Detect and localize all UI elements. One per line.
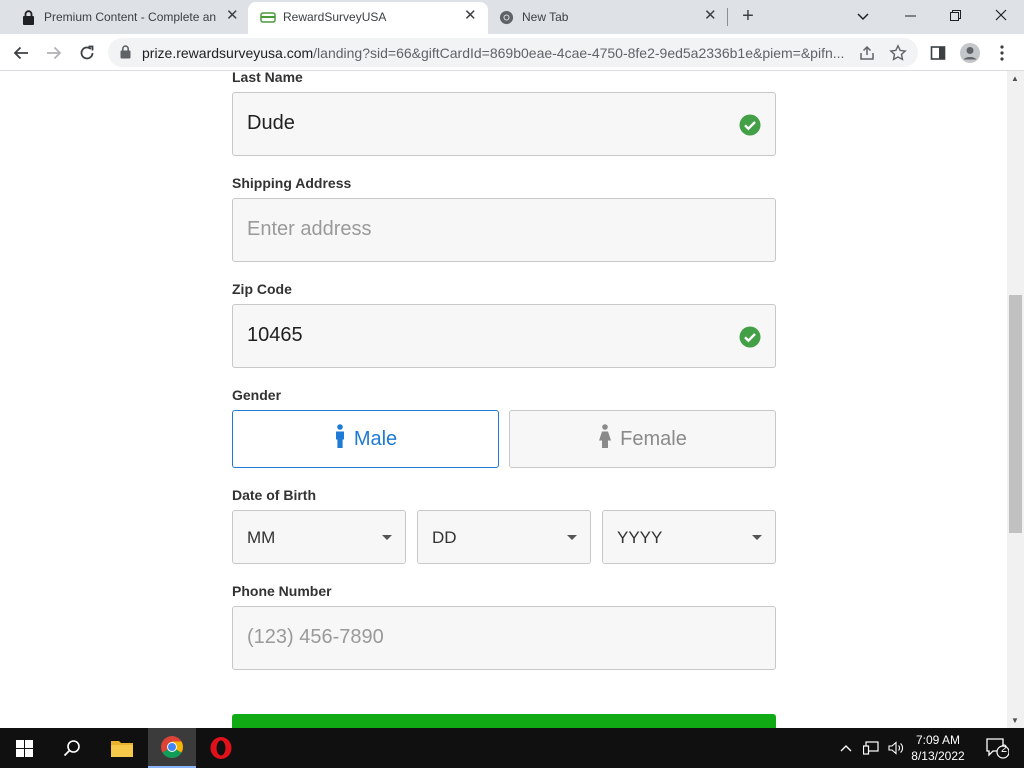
show-hidden-icons-button[interactable] [834, 728, 858, 768]
dob-day-select[interactable]: DD [417, 510, 591, 564]
dropdown-caret-icon [752, 535, 762, 540]
restore-button[interactable] [943, 6, 967, 26]
tab-search-icon[interactable] [851, 6, 875, 26]
clock-date: 8/13/2022 [911, 749, 965, 763]
tab-title: New Tab [522, 10, 569, 24]
notification-count-badge: 2 [1000, 743, 1008, 755]
new-tab-button[interactable]: + [738, 6, 758, 26]
url-path: /landing?sid=66&giftCardId=869b0eae-4cae… [313, 45, 845, 61]
last-name-label: Last Name [232, 71, 303, 85]
back-arrow-icon [13, 46, 28, 60]
profile-button[interactable] [958, 41, 982, 65]
browser-toolbar: prize.rewardsurveyusa.com/landing?sid=66… [0, 34, 1024, 71]
tab-title: Premium Content - Complete an [44, 10, 216, 24]
back-button[interactable] [9, 41, 33, 65]
male-label: Male [353, 427, 398, 450]
zip-code-label: Zip Code [232, 281, 292, 297]
year-value: YYYY [617, 528, 663, 547]
last-name-value: Dude [247, 112, 295, 134]
network-button[interactable] [858, 728, 884, 768]
scroll-up-arrow-icon[interactable]: ▲ [1011, 74, 1019, 83]
scrollbar-thumb[interactable] [1009, 295, 1022, 533]
address-bar[interactable]: prize.rewardsurveyusa.com/landing?sid=66… [108, 38, 918, 67]
reload-icon [80, 45, 94, 60]
valid-check-icon [739, 326, 761, 348]
gender-male-button[interactable]: Male [232, 410, 499, 468]
taskbar-clock[interactable]: 7:09 AM 8/13/2022 [906, 732, 970, 764]
close-icon[interactable]: ✕ [226, 8, 239, 24]
network-icon [863, 741, 879, 755]
phone-label: Phone Number [232, 583, 332, 599]
search-icon [63, 740, 80, 757]
dob-month-select[interactable]: MM [232, 510, 406, 564]
forward-button[interactable] [42, 41, 66, 65]
chevron-up-icon [840, 745, 852, 752]
url-host: prize.rewardsurveyusa.com [142, 45, 314, 61]
bookmark-star-icon[interactable] [889, 44, 907, 62]
browser-tab-strip: Premium Content - Complete an ✕ RewardSu… [0, 0, 1024, 34]
tab-title: RewardSurveyUSA [283, 10, 387, 24]
close-icon[interactable]: ✕ [464, 8, 477, 24]
lock-icon[interactable] [120, 45, 131, 64]
folder-icon [111, 741, 133, 757]
chrome-icon [499, 10, 514, 28]
male-person-icon [334, 424, 346, 454]
start-button[interactable] [0, 728, 48, 768]
file-explorer-button[interactable] [98, 728, 146, 768]
last-name-field[interactable]: Dude [232, 92, 776, 156]
close-window-button[interactable] [989, 6, 1013, 26]
side-panel-button[interactable] [926, 41, 950, 65]
menu-button[interactable] [990, 41, 1014, 65]
search-button[interactable] [48, 728, 96, 768]
reload-button[interactable] [75, 41, 99, 65]
windows-logo-icon [15, 739, 33, 757]
windows-taskbar: 7:09 AM 8/13/2022 2 [0, 728, 1024, 768]
avatar-icon [960, 43, 980, 63]
female-label: Female [620, 427, 687, 450]
chrome-taskbar-button[interactable] [148, 728, 196, 768]
speaker-icon [888, 741, 903, 755]
day-value: DD [432, 528, 457, 547]
volume-button[interactable] [884, 728, 908, 768]
side-panel-icon [930, 46, 946, 60]
dropdown-caret-icon [567, 535, 577, 540]
dob-year-select[interactable]: YYYY [602, 510, 776, 564]
phone-field[interactable]: (123) 456-7890 [232, 606, 776, 670]
shipping-address-label: Shipping Address [232, 175, 352, 191]
tab-divider [727, 8, 728, 26]
forward-arrow-icon [47, 46, 62, 60]
tab-premium-content[interactable]: Premium Content - Complete an ✕ [0, 0, 248, 34]
tab-rewardsurveyusa[interactable]: RewardSurveyUSA ✕ [248, 2, 488, 34]
share-icon[interactable] [858, 44, 876, 62]
close-icon[interactable]: ✕ [704, 8, 717, 24]
tab-new-tab[interactable]: New Tab ✕ [488, 0, 728, 34]
page-viewport: Last Name Dude Shipping Address Enter ad… [0, 71, 1024, 728]
scroll-down-arrow-icon[interactable]: ▼ [1011, 716, 1019, 725]
phone-placeholder: (123) 456-7890 [247, 626, 384, 648]
gender-female-button[interactable]: Female [509, 410, 776, 468]
url-text[interactable]: prize.rewardsurveyusa.com/landing?sid=66… [142, 45, 852, 61]
shipping-address-placeholder: Enter address [247, 218, 372, 240]
zip-code-field[interactable]: 10465 [232, 304, 776, 368]
dob-label: Date of Birth [232, 487, 316, 503]
gift-card-icon [260, 10, 276, 27]
clock-time: 7:09 AM [915, 733, 961, 747]
notification-center-button[interactable]: 2 [978, 728, 1016, 768]
shipping-address-field[interactable]: Enter address [232, 198, 776, 262]
month-value: MM [247, 528, 276, 547]
opera-taskbar-button[interactable] [197, 728, 245, 768]
chrome-icon [161, 736, 183, 758]
kebab-menu-icon [1000, 45, 1004, 61]
scrollbar[interactable]: ▲ ▼ [1007, 71, 1024, 728]
lock-icon [22, 10, 35, 28]
zip-code-value: 10465 [247, 324, 303, 346]
submit-button[interactable] [232, 714, 776, 728]
opera-icon [210, 737, 232, 759]
valid-check-icon [739, 114, 761, 136]
female-person-icon [598, 424, 612, 454]
minimize-button[interactable] [898, 6, 922, 26]
dropdown-caret-icon [382, 535, 392, 540]
gender-label: Gender [232, 387, 282, 403]
